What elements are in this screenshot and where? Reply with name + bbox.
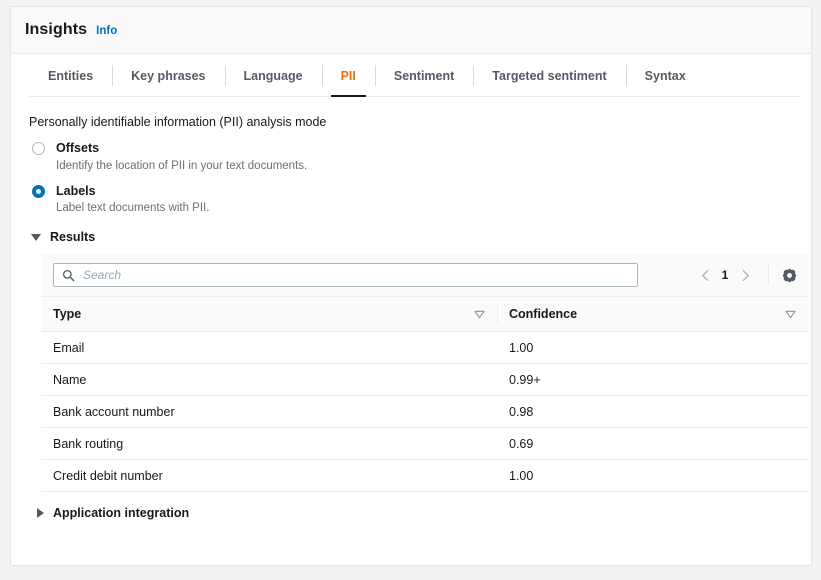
tab-bar: Entities Key phrases Language PII Sentim… [11,54,811,97]
table-header-row: Type Confidence [41,297,808,332]
sort-descending-icon[interactable] [785,310,796,319]
cell-type: Credit debit number [41,460,497,492]
insights-page: Insights Info Entities Key phrases Langu… [0,0,821,580]
results-expander-label: Results [50,230,95,244]
cell-confidence: 1.00 [497,332,808,364]
tab-label: Language [244,69,303,83]
tab-label: Syntax [645,69,686,83]
sort-descending-icon[interactable] [474,310,485,319]
pii-mode-legend: Personally identifiable information (PII… [29,115,797,129]
tab-syntax[interactable]: Syntax [626,54,705,97]
results-expander[interactable]: Results [31,230,797,244]
cell-confidence: 1.00 [497,460,808,492]
tab-entities[interactable]: Entities [29,54,112,97]
tab-pii[interactable]: PII [322,54,375,97]
table-toolbar: 1 [41,254,808,296]
preferences-gear-icon[interactable] [778,264,800,286]
table-row[interactable]: Bank routing 0.69 [41,428,808,460]
radio-labels-label: Labels [56,183,209,200]
radio-offsets-description: Identify the location of PII in your tex… [56,159,307,174]
search-icon [62,269,75,282]
column-header-label: Type [53,307,81,321]
tab-key-phrases[interactable]: Key phrases [112,54,224,97]
radio-offsets-label: Offsets [56,140,307,157]
table-body: Email 1.00 Name 0.99+ Bank account numbe… [41,332,808,492]
cell-confidence: 0.99+ [497,364,808,396]
page-number[interactable]: 1 [717,268,733,282]
results-table: Type Confidence [41,296,808,492]
radio-labels-icon[interactable] [32,185,45,198]
tab-sentiment[interactable]: Sentiment [375,54,473,97]
tab-label: Sentiment [394,69,454,83]
caret-down-icon [31,234,41,241]
insights-card: Insights Info Entities Key phrases Langu… [10,6,812,566]
results-table-container: 1 [41,254,808,492]
cell-confidence: 0.98 [497,396,808,428]
next-page-button[interactable] [733,263,757,287]
tab-label: Entities [48,69,93,83]
radio-option-labels[interactable]: Labels Label text documents with PII. [29,183,797,217]
table-row[interactable]: Email 1.00 [41,332,808,364]
cell-type: Name [41,364,497,396]
tab-label: Key phrases [131,69,205,83]
tab-language[interactable]: Language [225,54,322,97]
column-header-confidence[interactable]: Confidence [497,297,808,332]
table-pagination: 1 [693,263,808,287]
toolbar-divider [768,265,769,285]
cell-type: Bank routing [41,428,497,460]
cell-type: Email [41,332,497,364]
column-header-label: Confidence [509,307,577,321]
tab-label: Targeted sentiment [492,69,606,83]
previous-page-button[interactable] [693,263,717,287]
cell-confidence: 0.69 [497,428,808,460]
page-title: Insights [25,21,87,39]
search-input[interactable] [83,268,629,282]
radio-labels-description: Label text documents with PII. [56,201,209,216]
caret-right-icon [37,508,44,518]
tab-label: PII [341,69,356,83]
tab-panel-pii: Personally identifiable information (PII… [11,97,811,520]
application-integration-expander[interactable]: Application integration [31,506,797,520]
application-integration-label: Application integration [53,506,189,520]
search-box[interactable] [53,263,638,287]
column-header-type[interactable]: Type [41,297,497,332]
radio-offsets-icon[interactable] [32,142,45,155]
info-link[interactable]: Info [96,25,117,37]
table-row[interactable]: Bank account number 0.98 [41,396,808,428]
cell-type: Bank account number [41,396,497,428]
card-header: Insights Info [11,7,811,54]
tab-targeted-sentiment[interactable]: Targeted sentiment [473,54,625,97]
radio-option-offsets[interactable]: Offsets Identify the location of PII in … [29,140,797,174]
table-row[interactable]: Name 0.99+ [41,364,808,396]
table-head: Type Confidence [41,297,808,332]
table-row[interactable]: Credit debit number 1.00 [41,460,808,492]
